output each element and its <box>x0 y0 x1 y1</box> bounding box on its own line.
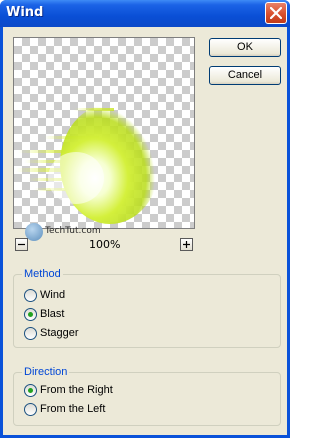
radio-label: Blast <box>40 308 65 320</box>
zoom-level: 100% <box>89 238 121 251</box>
dialog-body: TechTut.com 100% OK Cancel Method Wind B… <box>3 27 287 435</box>
radio-label: From the Right <box>40 384 113 396</box>
radio-label: Stagger <box>40 327 79 339</box>
radio-label: Wind <box>40 289 66 301</box>
method-legend: Method <box>22 268 63 280</box>
radio-button[interactable] <box>24 384 37 397</box>
radio-button[interactable] <box>24 403 37 416</box>
preview-area[interactable] <box>13 37 195 229</box>
zoom-out-button[interactable] <box>15 238 28 251</box>
radio-button[interactable] <box>24 289 37 302</box>
close-button[interactable] <box>265 2 287 24</box>
ok-button[interactable]: OK <box>209 38 281 57</box>
direction-group: Direction From the Right From the Left <box>13 366 281 426</box>
watermark-text: TechTut.com <box>45 226 101 236</box>
window-title: Wind <box>6 5 44 20</box>
title-bar[interactable]: Wind <box>0 0 290 27</box>
wind-dialog: Wind TechTut.com 100% OK Cancel Method W… <box>0 0 290 438</box>
radio-label: From the Left <box>40 403 106 415</box>
cancel-button[interactable]: Cancel <box>209 66 281 85</box>
zoom-in-button[interactable] <box>180 238 193 251</box>
radio-button[interactable] <box>24 327 37 340</box>
method-group: Method Wind Blast Stagger <box>13 268 281 348</box>
radio-button[interactable] <box>24 308 37 321</box>
direction-legend: Direction <box>22 366 70 378</box>
